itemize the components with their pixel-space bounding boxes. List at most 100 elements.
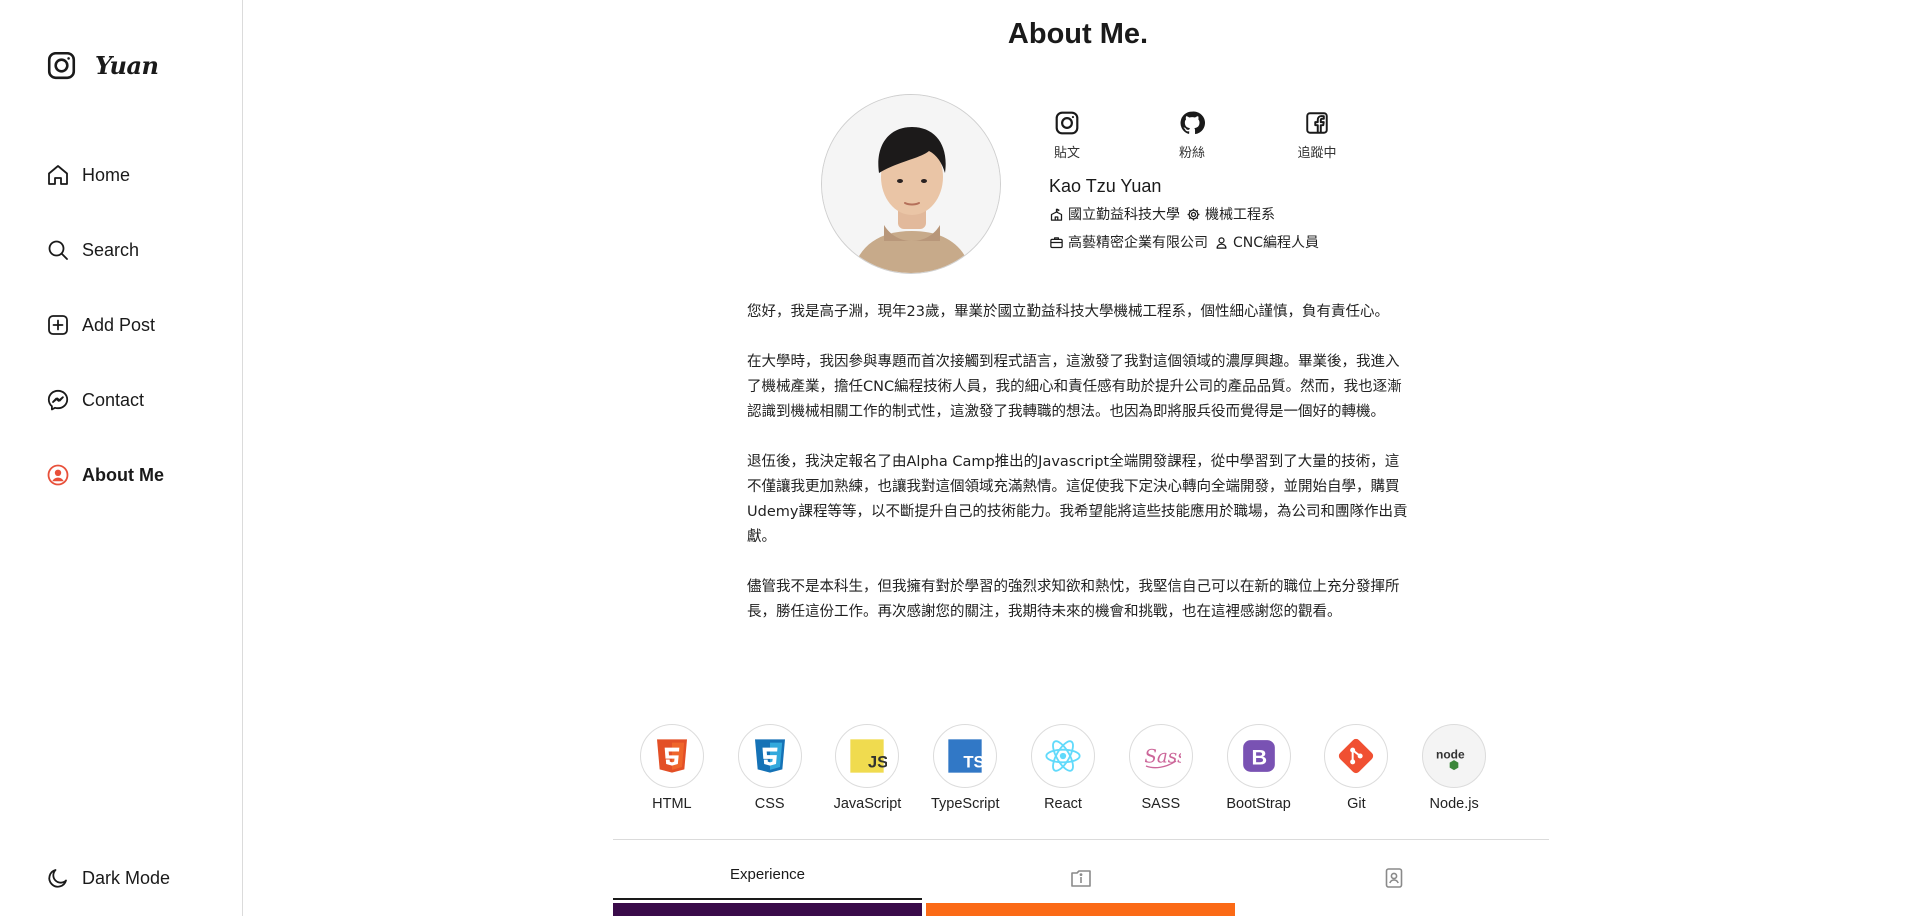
social-instagram[interactable]: 貼文 — [1037, 110, 1097, 161]
brand-logo[interactable]: Yuan — [46, 50, 159, 81]
messenger-icon — [47, 389, 69, 411]
experience-card-orange[interactable] — [926, 903, 1235, 916]
page-title-wrap: About Me. — [243, 18, 1913, 51]
dark-mode-toggle[interactable]: Dark Mode — [46, 866, 170, 890]
html5-icon — [656, 739, 687, 773]
search-icon — [48, 240, 68, 260]
user-avatar-icon — [47, 464, 69, 486]
plus-square-icon — [48, 315, 68, 335]
bio-section: 您好，我是高子淵，現年23歲，畢業於國立勤益科技大學機械工程系，個性細心謹慎，負… — [747, 300, 1412, 650]
nav-home-label: Home — [82, 164, 131, 185]
skill-label: HTML — [652, 796, 692, 812]
skill-badge: JS — [835, 724, 900, 788]
skills-list: HTML CSS JS JavaScript TS TypeScript Rea… — [623, 724, 1503, 812]
svg-text:TS: TS — [964, 753, 985, 772]
nav-add-post-label: Add Post — [82, 314, 156, 335]
social-facebook[interactable]: 追蹤中 — [1287, 110, 1347, 161]
skill-label: BootStrap — [1226, 796, 1291, 812]
skill-label: JavaScript — [833, 796, 902, 812]
worker-icon — [1216, 236, 1227, 249]
skill-badge: B — [1226, 724, 1291, 788]
javascript-icon: JS — [850, 739, 887, 773]
nav-add-post[interactable]: Add Post — [46, 310, 155, 340]
skill-react[interactable]: React — [1014, 724, 1112, 812]
nav-contact-label: Contact — [82, 389, 145, 410]
react-icon — [1045, 740, 1081, 772]
sass-icon: Sass — [1144, 747, 1181, 769]
nav-search-label: Search — [82, 239, 140, 260]
department-name: 機械工程系 — [1205, 207, 1275, 223]
css3-icon — [754, 739, 785, 773]
skill-badge: TS — [933, 724, 998, 788]
brand-name: Yuan — [95, 51, 159, 80]
gear-icon — [1187, 208, 1200, 220]
nav-about-me[interactable]: About Me — [46, 460, 164, 490]
bio-paragraph: 儘管我不是本科生，但我擁有對於學習的強烈求知欲和熱忱，我堅信自己可以在新的職位上… — [747, 579, 1400, 620]
skill-label: TypeScript — [930, 796, 1000, 812]
experience-card-purple[interactable] — [613, 903, 922, 916]
home-icon — [48, 165, 68, 185]
info-card-icon — [1070, 870, 1091, 887]
nav-search[interactable]: Search — [46, 235, 139, 265]
skill-css[interactable]: CSS — [721, 724, 819, 812]
instagram-icon — [1055, 111, 1079, 135]
social-github-label: 粉絲 — [1178, 146, 1205, 161]
role-name: CNC編程人員 — [1233, 235, 1320, 251]
skill-bootstrap[interactable]: B BootStrap — [1210, 724, 1308, 812]
tab-profile[interactable] — [1239, 866, 1548, 900]
skill-typescript[interactable]: TS TypeScript — [916, 724, 1014, 812]
social-github[interactable]: 粉絲 — [1162, 110, 1222, 161]
company-name: 高藝精密企業有限公司 — [1068, 235, 1208, 251]
skill-javascript[interactable]: JS JavaScript — [819, 724, 917, 812]
tab-divider — [613, 839, 1549, 840]
school-icon — [1050, 207, 1063, 221]
skill-label: Git — [1347, 796, 1366, 812]
git-icon — [1339, 738, 1374, 774]
skill-label: CSS — [754, 796, 785, 812]
nav-contact[interactable]: Contact — [46, 385, 144, 415]
moon-icon — [48, 869, 67, 888]
bio-paragraph: 您好，我是高子淵，現年23歲，畢業於國立勤益科技大學機械工程系，個性細心謹慎，負… — [747, 304, 1389, 320]
skill-git[interactable]: Git — [1307, 724, 1405, 812]
skill-badge — [1031, 724, 1096, 788]
school-name: 國立勤益科技大學 — [1068, 207, 1180, 223]
nav-home[interactable]: Home — [46, 160, 130, 190]
tab-experience[interactable]: Experience — [613, 866, 922, 900]
skill-sass[interactable]: Sass SASS — [1112, 724, 1210, 812]
github-icon — [1180, 111, 1205, 135]
profile-photo — [822, 95, 1000, 273]
skill-nodejs[interactable]: node Node.js — [1405, 724, 1503, 812]
contact-card-icon — [1385, 868, 1402, 888]
svg-text:node: node — [1436, 748, 1465, 762]
skill-badge — [737, 724, 802, 788]
profile-name: Kao Tzu Yuan — [1049, 176, 1162, 196]
tab-experience-label: Experience — [729, 866, 806, 883]
nodejs-icon: node — [1436, 748, 1465, 771]
dark-mode-label: Dark Mode — [82, 867, 171, 888]
svg-text:B: B — [1251, 744, 1267, 769]
nav-about-me-label: About Me — [82, 464, 164, 485]
work-row: 高藝精密企業有限公司 CNC編程人員 — [1049, 232, 1319, 252]
bootstrap-icon: B — [1242, 740, 1275, 772]
skill-badge — [639, 724, 704, 788]
svg-text:JS: JS — [868, 753, 887, 772]
social-facebook-label: 追蹤中 — [1297, 146, 1337, 161]
profile-avatar — [821, 94, 1001, 274]
skill-label: Node.js — [1429, 796, 1479, 812]
skill-html[interactable]: HTML — [623, 724, 721, 812]
skill-badge — [1324, 724, 1389, 788]
page-title: About Me. — [1007, 18, 1149, 50]
bio-paragraph: 在大學時，我因參與專題而首次接觸到程式語言，這激發了我對這個領域的濃厚興趣。畢業… — [747, 354, 1402, 420]
facebook-icon — [1306, 112, 1328, 134]
tab-info[interactable] — [926, 866, 1235, 900]
typescript-icon: TS — [948, 739, 985, 773]
skill-label: React — [1044, 796, 1082, 812]
briefcase-icon — [1050, 236, 1063, 248]
skill-badge: node — [1422, 724, 1487, 788]
education-row: 國立勤益科技大學 機械工程系 — [1049, 204, 1275, 224]
social-instagram-label: 貼文 — [1053, 146, 1080, 161]
bio-paragraph: 退伍後，我決定報名了由Alpha Camp推出的Javascript全端開發課程… — [747, 454, 1408, 545]
svg-text:Sass: Sass — [1144, 747, 1181, 768]
skill-label: SASS — [1141, 796, 1181, 812]
sidebar: Yuan Home Search Add Post Contact About … — [0, 0, 243, 916]
